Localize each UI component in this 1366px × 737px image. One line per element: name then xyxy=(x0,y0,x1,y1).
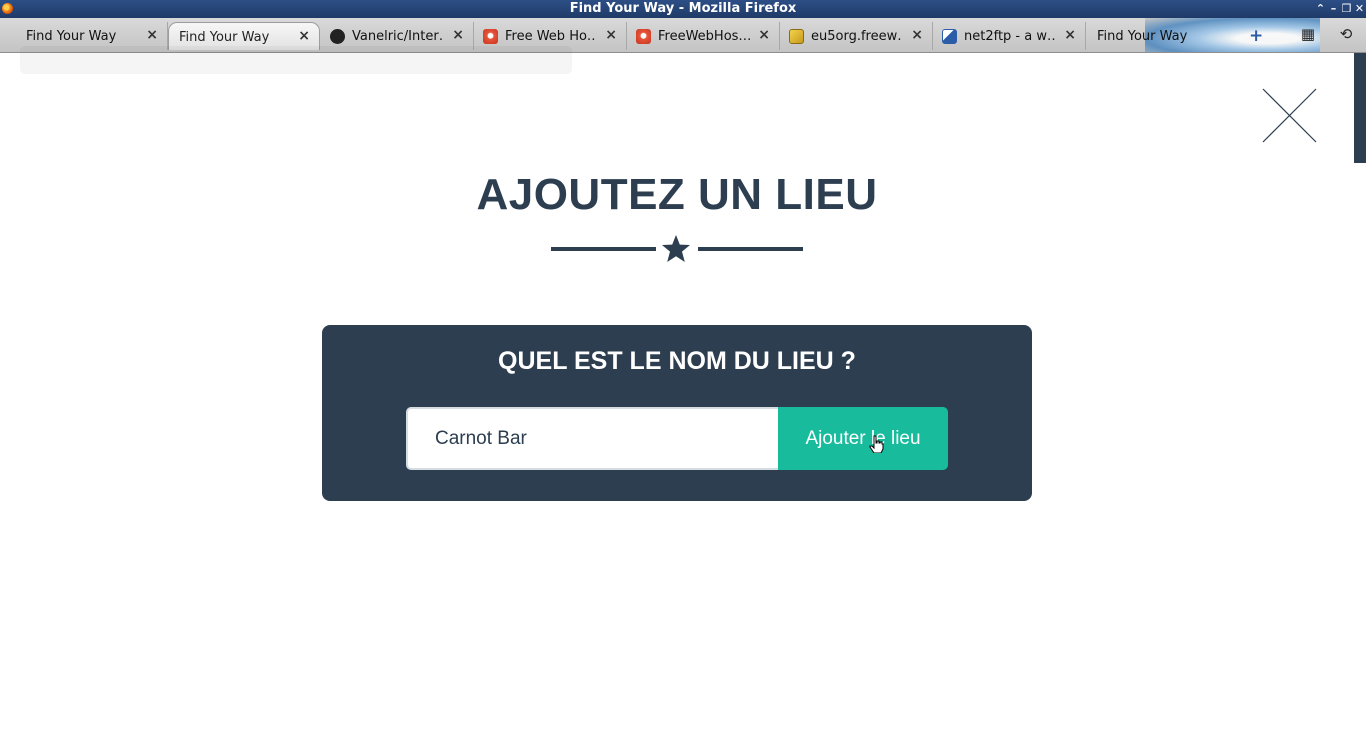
window-close-button[interactable]: ✕ xyxy=(1353,0,1366,18)
eu5-icon xyxy=(789,29,804,44)
tab-label: Free Web Ho… xyxy=(505,29,597,44)
tab-groups-icon[interactable]: ▦ xyxy=(1299,25,1317,43)
star-divider xyxy=(551,234,803,264)
new-tab-button[interactable]: + xyxy=(1249,26,1263,46)
tab-close-icon[interactable]: × xyxy=(911,27,923,43)
close-icon[interactable] xyxy=(1262,88,1317,143)
tab-find-your-way-2[interactable]: Find Your Way xyxy=(1087,22,1239,50)
github-icon xyxy=(330,29,345,44)
faded-navbar xyxy=(20,46,572,74)
tab-label: Find Your Way xyxy=(1097,29,1187,44)
tab-close-icon[interactable]: × xyxy=(146,27,158,43)
tab-label: Vanelric/Inter… xyxy=(352,29,444,44)
freewebhosting-icon xyxy=(636,29,651,44)
add-place-form: QUEL EST LE NOM DU LIEU ? Ajouter le lie… xyxy=(322,325,1032,501)
place-name-input[interactable] xyxy=(406,407,779,470)
window-titlebar: Find Your Way - Mozilla Firefox ⌃ – ❐ ✕ xyxy=(0,0,1366,18)
tab-close-icon[interactable]: × xyxy=(758,27,770,43)
tab-label: Find Your Way xyxy=(26,29,117,44)
tab-eu5org[interactable]: eu5org.freew… × xyxy=(781,22,933,50)
net2ftp-icon xyxy=(942,29,957,44)
window-title: Find Your Way - Mozilla Firefox xyxy=(569,1,797,16)
window-minimize-button[interactable]: – xyxy=(1327,0,1340,18)
tab-close-icon[interactable]: × xyxy=(1064,27,1076,43)
tab-close-icon[interactable]: × xyxy=(298,28,310,44)
form-question: QUEL EST LE NOM DU LIEU ? xyxy=(498,347,856,375)
tab-label: FreeWebHos… xyxy=(658,29,750,44)
divider-line-right xyxy=(698,247,803,251)
tab-close-icon[interactable]: × xyxy=(605,27,617,43)
page-title: AJOUTEZ UN LIEU xyxy=(476,170,878,219)
tab-label: Find Your Way xyxy=(179,30,270,45)
freewebhosting-icon xyxy=(483,29,498,44)
tab-close-icon[interactable]: × xyxy=(452,27,464,43)
tab-label: eu5org.freew… xyxy=(811,29,903,44)
history-icon[interactable]: ⟲ xyxy=(1337,25,1355,43)
tab-net2ftp[interactable]: net2ftp - a w… × xyxy=(934,22,1086,50)
tab-freewebhosting[interactable]: FreeWebHos… × xyxy=(628,22,780,50)
divider-line-left xyxy=(551,247,656,251)
add-place-button[interactable]: Ajouter le lieu xyxy=(778,407,948,470)
tab-label: net2ftp - a w… xyxy=(964,29,1056,44)
hand-cursor-icon xyxy=(869,435,884,453)
star-icon xyxy=(662,235,690,262)
page-scrollbar[interactable] xyxy=(1354,53,1366,163)
window-maximize-button[interactable]: ❐ xyxy=(1340,0,1353,18)
window-shade-button[interactable]: ⌃ xyxy=(1314,0,1327,18)
